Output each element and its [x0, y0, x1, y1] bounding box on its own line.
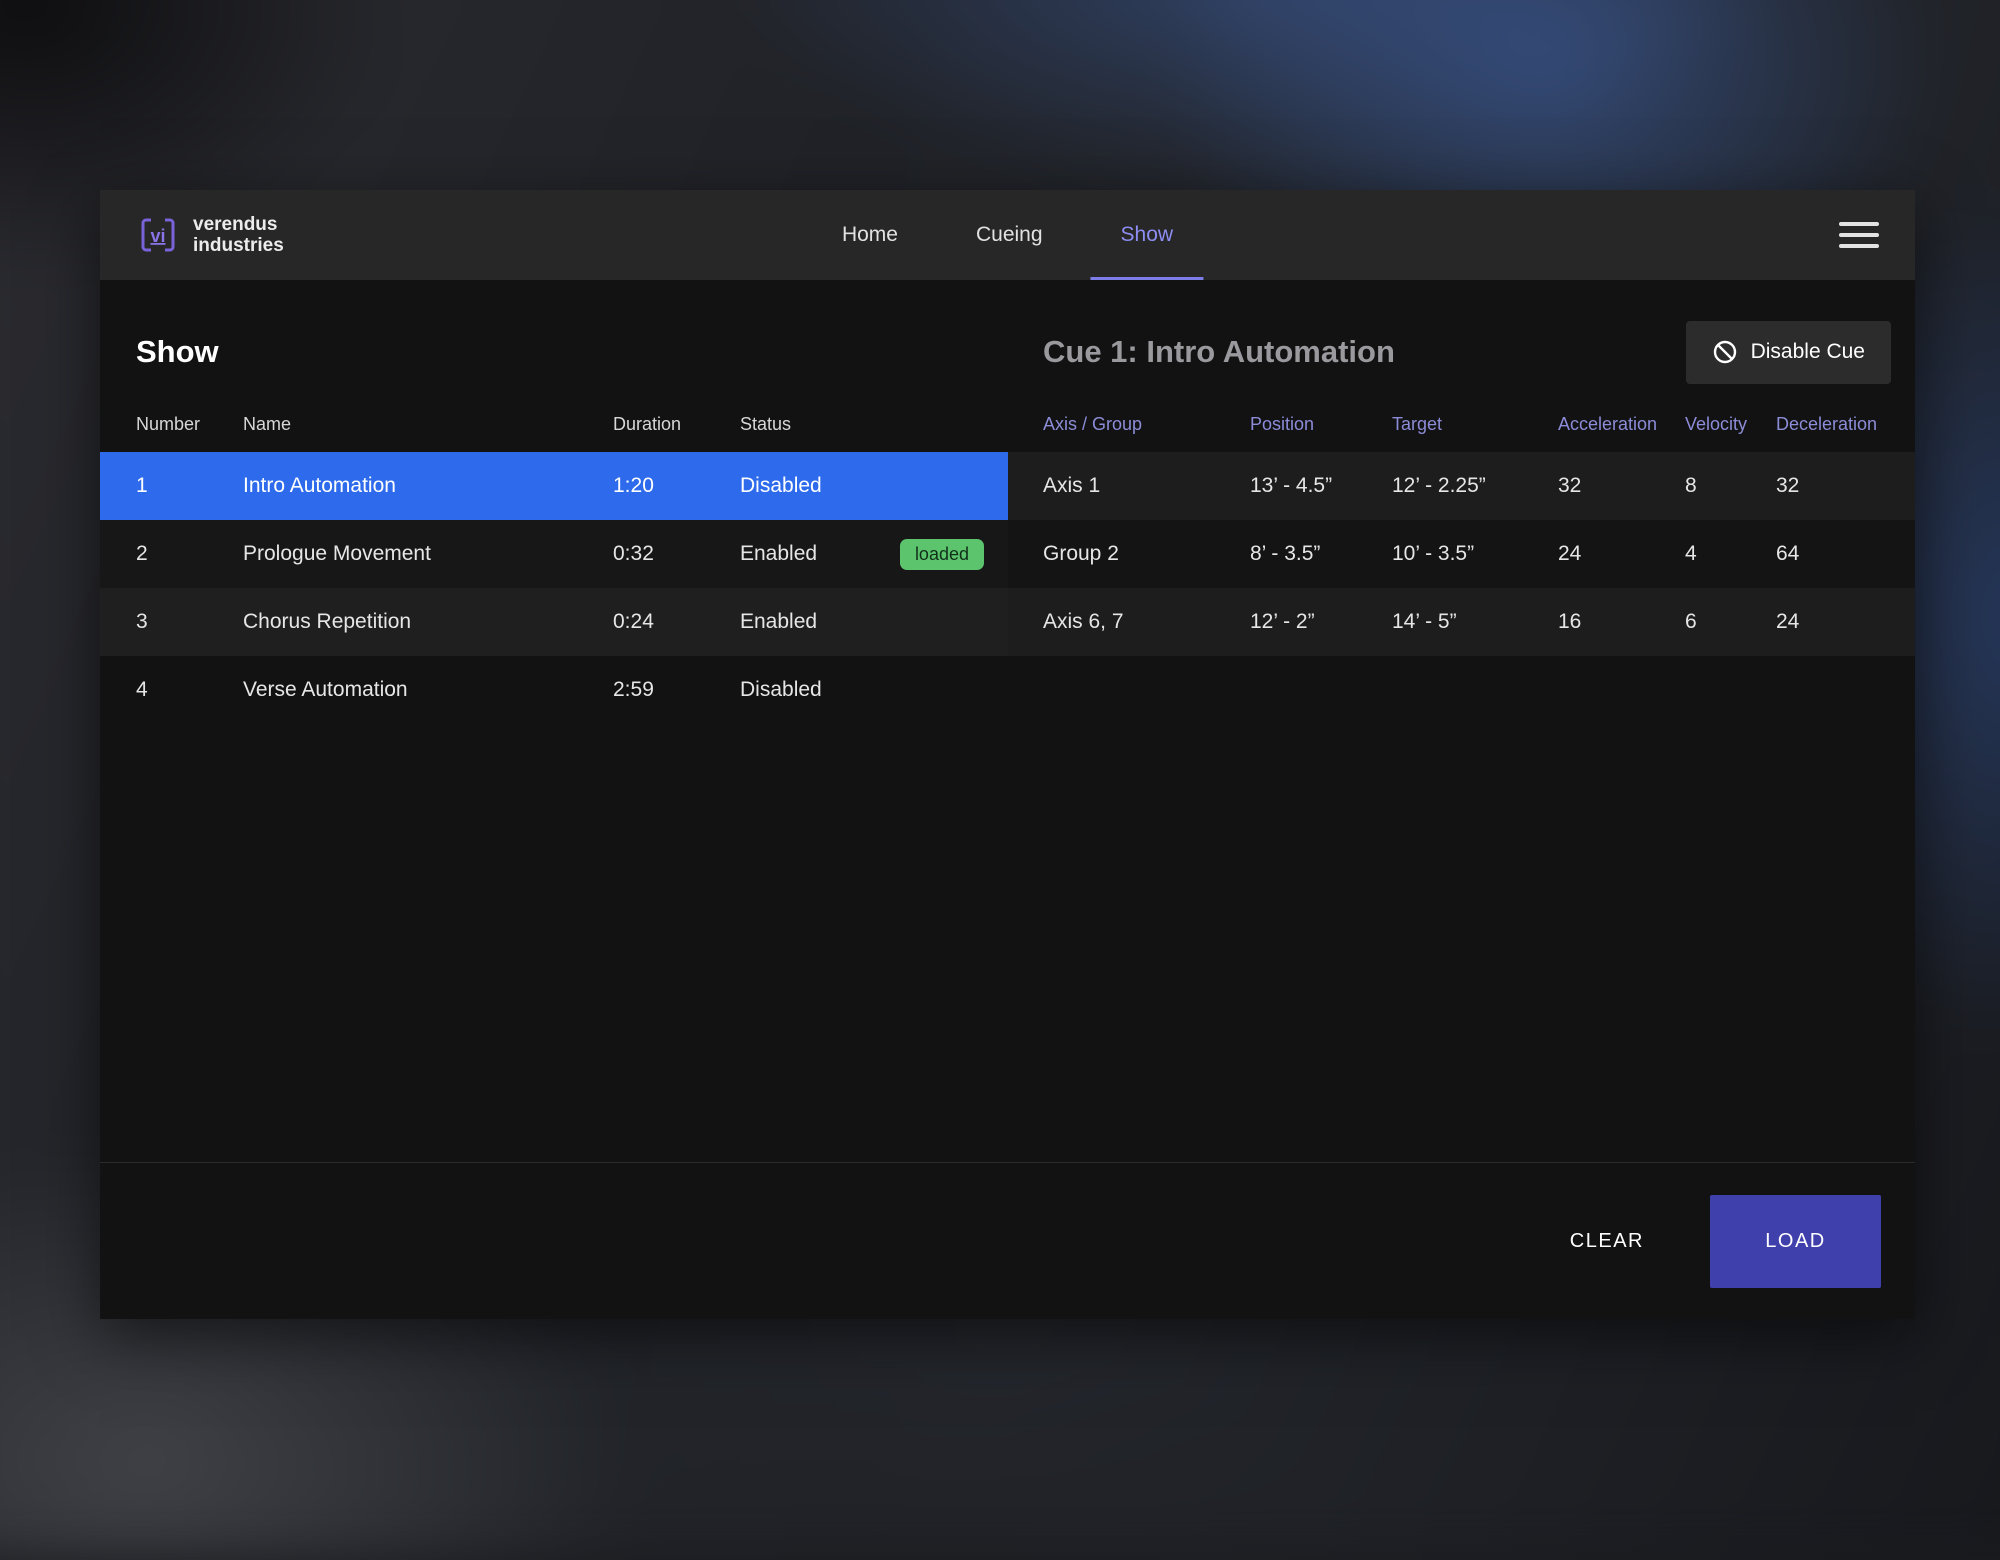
cue-status-text: Enabled: [740, 542, 817, 566]
cue-detail-header-row: Axis / Group Position Target Acceleratio…: [1008, 410, 1915, 438]
loaded-badge: loaded: [900, 539, 984, 570]
cue-detail-title: Cue 1: Intro Automation: [1043, 334, 1395, 370]
axis-group: Axis 1: [1043, 474, 1250, 498]
cue-list-header-row: Number Name Duration Status: [100, 410, 1008, 438]
cue-name: Prologue Movement: [243, 542, 613, 566]
col-header-deceleration: Deceleration: [1776, 414, 1915, 435]
axis-position: 12’ - 2”: [1250, 610, 1392, 634]
cue-row-2[interactable]: 2 Prologue Movement 0:32 Enabled loaded: [100, 520, 1008, 588]
brand-logo: vi verendus industries: [136, 213, 284, 257]
axis-target: 12’ - 2.25”: [1392, 474, 1558, 498]
cue-name: Verse Automation: [243, 678, 613, 702]
axis-velocity: 6: [1685, 610, 1776, 634]
axis-deceleration: 24: [1776, 610, 1915, 634]
col-header-duration: Duration: [613, 414, 740, 435]
main-content: Show Number Name Duration Status 1 Intro…: [100, 280, 1915, 1162]
cue-duration: 1:20: [613, 474, 740, 498]
cue-row-4[interactable]: 4 Verse Automation 2:59 Disabled: [100, 656, 1008, 724]
cue-list-body: 1 Intro Automation 1:20 Disabled 2 Prolo…: [100, 452, 1008, 724]
axis-group: Group 2: [1043, 542, 1250, 566]
cue-status: Disabled: [740, 474, 1008, 498]
axis-velocity: 8: [1685, 474, 1776, 498]
nav-item-show[interactable]: Show: [1091, 190, 1204, 280]
axis-velocity: 4: [1685, 542, 1776, 566]
axis-target: 14’ - 5”: [1392, 610, 1558, 634]
disable-cue-label: Disable Cue: [1751, 340, 1865, 364]
clear-button[interactable]: CLEAR: [1570, 1230, 1644, 1253]
axis-acceleration: 24: [1558, 542, 1685, 566]
cue-status: Enabled loaded: [740, 539, 1008, 570]
axis-group: Axis 6, 7: [1043, 610, 1250, 634]
col-header-position: Position: [1250, 414, 1392, 435]
col-header-number: Number: [136, 414, 243, 435]
cue-status: Enabled: [740, 610, 1008, 634]
brand-name-line2: industries: [193, 235, 284, 256]
cue-number: 1: [136, 474, 243, 498]
col-header-target: Target: [1392, 414, 1558, 435]
cue-duration: 2:59: [613, 678, 740, 702]
hamburger-menu-icon[interactable]: [1839, 220, 1879, 250]
brand-name: verendus industries: [193, 214, 284, 257]
cue-name: Chorus Repetition: [243, 610, 613, 634]
axis-row-3[interactable]: Axis 6, 7 12’ - 2” 14’ - 5” 16 6 24: [1008, 588, 1915, 656]
cue-number: 2: [136, 542, 243, 566]
axis-position: 13’ - 4.5”: [1250, 474, 1392, 498]
cue-number: 3: [136, 610, 243, 634]
cue-duration: 0:32: [613, 542, 740, 566]
cue-number: 4: [136, 678, 243, 702]
action-bar: CLEAR LOAD: [100, 1162, 1915, 1319]
app-window: vi verendus industries Home Cueing Show …: [100, 190, 1915, 1319]
axis-acceleration: 32: [1558, 474, 1685, 498]
col-header-acceleration: Acceleration: [1558, 414, 1685, 435]
cue-name: Intro Automation: [243, 474, 613, 498]
brand-name-line1: verendus: [193, 214, 284, 235]
cue-row-1[interactable]: 1 Intro Automation 1:20 Disabled: [100, 452, 1008, 520]
col-header-velocity: Velocity: [1685, 414, 1776, 435]
col-header-name: Name: [243, 414, 613, 435]
verendus-logo-icon: vi: [136, 213, 180, 257]
prohibition-icon: [1712, 339, 1738, 365]
axis-target: 10’ - 3.5”: [1392, 542, 1558, 566]
top-nav-bar: vi verendus industries Home Cueing Show: [100, 190, 1915, 280]
axis-deceleration: 32: [1776, 474, 1915, 498]
cue-duration: 0:24: [613, 610, 740, 634]
axis-deceleration: 64: [1776, 542, 1915, 566]
load-button[interactable]: LOAD: [1710, 1195, 1881, 1288]
main-nav: Home Cueing Show: [812, 190, 1203, 280]
axis-acceleration: 16: [1558, 610, 1685, 634]
col-header-axis-group: Axis / Group: [1043, 414, 1250, 435]
cue-detail-body: Axis 1 13’ - 4.5” 12’ - 2.25” 32 8 32 Gr…: [1008, 452, 1915, 656]
col-header-status: Status: [740, 414, 1008, 435]
nav-item-home[interactable]: Home: [812, 190, 928, 280]
cue-list-panel: Show Number Name Duration Status 1 Intro…: [100, 280, 1008, 1162]
cue-status: Disabled: [740, 678, 1008, 702]
disable-cue-button[interactable]: Disable Cue: [1686, 321, 1891, 384]
axis-position: 8’ - 3.5”: [1250, 542, 1392, 566]
axis-row-2[interactable]: Group 2 8’ - 3.5” 10’ - 3.5” 24 4 64: [1008, 520, 1915, 588]
svg-text:vi: vi: [150, 226, 165, 246]
cue-detail-panel: Cue 1: Intro Automation Disable Cue Axis…: [1008, 280, 1915, 1162]
cue-list-title: Show: [136, 334, 219, 370]
cue-row-3[interactable]: 3 Chorus Repetition 0:24 Enabled: [100, 588, 1008, 656]
nav-item-cueing[interactable]: Cueing: [946, 190, 1073, 280]
axis-row-1[interactable]: Axis 1 13’ - 4.5” 12’ - 2.25” 32 8 32: [1008, 452, 1915, 520]
